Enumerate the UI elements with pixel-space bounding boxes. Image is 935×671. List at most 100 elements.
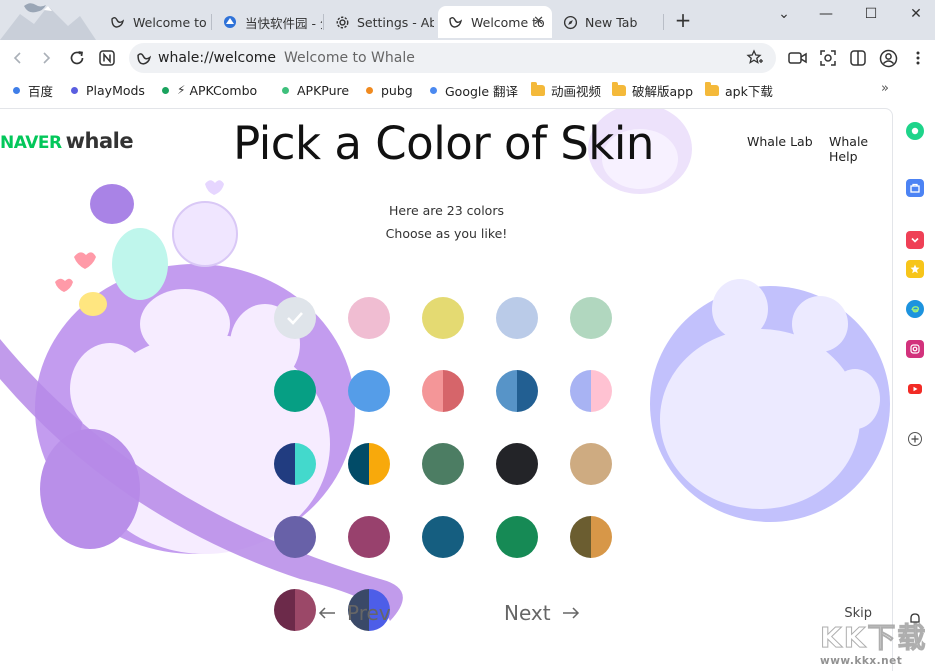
add-favorite-button[interactable] bbox=[746, 49, 764, 71]
bookmark-label: 动画视频 bbox=[551, 83, 602, 99]
minimize-button[interactable]: — bbox=[810, 4, 842, 24]
skin-swatch[interactable] bbox=[274, 370, 316, 412]
dangkuai-icon bbox=[222, 14, 238, 30]
skin-swatch[interactable] bbox=[570, 516, 612, 558]
tab-settings[interactable]: Settings - About bbox=[324, 6, 434, 38]
skin-swatch[interactable] bbox=[348, 516, 390, 558]
bookmark-pubg[interactable]: pubg bbox=[366, 82, 413, 98]
video-button[interactable] bbox=[786, 46, 810, 70]
swatch-right-half bbox=[295, 370, 316, 412]
bookmark-folder-anime[interactable]: 动画视频 bbox=[531, 81, 602, 99]
favorites-icon[interactable] bbox=[906, 260, 924, 278]
back-button[interactable] bbox=[6, 46, 30, 70]
skin-swatch[interactable] bbox=[422, 443, 464, 485]
tab-title: Settings - About bbox=[357, 14, 434, 30]
avatar-icon bbox=[879, 49, 897, 67]
skin-swatch[interactable] bbox=[422, 297, 464, 339]
skin-swatch[interactable] bbox=[570, 370, 612, 412]
whale-space-icon[interactable] bbox=[906, 122, 924, 140]
next-button[interactable]: Next bbox=[504, 601, 581, 625]
sidebar-toggle-button[interactable] bbox=[846, 46, 870, 70]
bookmark-google-translate[interactable]: Google 翻译 bbox=[430, 82, 518, 99]
maximize-button[interactable]: ☐ bbox=[855, 4, 887, 24]
skin-swatch[interactable] bbox=[274, 443, 316, 485]
kkx-watermark: KK下载 www.kkx.net bbox=[818, 614, 935, 671]
whale-icon bbox=[110, 14, 126, 30]
skin-swatch[interactable] bbox=[348, 443, 390, 485]
tab-search-button[interactable]: ⌄ bbox=[768, 4, 800, 24]
compass-icon bbox=[562, 14, 578, 30]
swatch-left-half bbox=[422, 443, 443, 485]
skin-swatch[interactable] bbox=[348, 370, 390, 412]
skin-swatch[interactable] bbox=[496, 370, 538, 412]
bookmark-apkpure[interactable]: APKPure bbox=[282, 82, 349, 98]
tab-title: Welcome to Whale bbox=[133, 14, 210, 30]
tab-close-button[interactable]: ✕ bbox=[533, 14, 544, 29]
bookmarks-overflow-button[interactable]: » bbox=[881, 81, 889, 96]
bookmark-apkcombo[interactable]: ⚡ APKCombo bbox=[162, 82, 257, 98]
add-icon[interactable] bbox=[908, 432, 922, 446]
arrow-left-icon bbox=[318, 607, 335, 619]
video-camera-icon bbox=[788, 52, 807, 64]
swatch-left-half bbox=[496, 443, 517, 485]
naver-n-icon bbox=[99, 50, 115, 66]
watermark-text: KK下载 bbox=[819, 621, 928, 655]
swatch-right-half bbox=[517, 516, 538, 558]
naver-home-button[interactable] bbox=[95, 46, 119, 70]
swatch-left-half bbox=[422, 516, 443, 558]
skin-swatch[interactable] bbox=[422, 516, 464, 558]
skin-swatch[interactable] bbox=[274, 589, 316, 631]
forward-button[interactable] bbox=[34, 46, 58, 70]
skin-swatch[interactable] bbox=[570, 297, 612, 339]
tab-welcome-active[interactable]: Welcome to ✕ bbox=[438, 6, 552, 38]
split-view-icon bbox=[850, 50, 866, 66]
skin-swatch[interactable] bbox=[496, 443, 538, 485]
toolbar: whale://welcome Welcome to Whale bbox=[0, 40, 935, 76]
bookmark-folder-cracked[interactable]: 破解版app bbox=[612, 81, 693, 99]
next-label: Next bbox=[504, 601, 551, 625]
skin-swatch[interactable] bbox=[422, 370, 464, 412]
tab-welcome-1[interactable]: Welcome to Whale bbox=[100, 6, 210, 38]
bookmark-folder-apk[interactable]: apk下载 bbox=[705, 81, 773, 99]
tab-new-tab[interactable]: New Tab bbox=[552, 6, 662, 38]
swatch-left-half bbox=[496, 370, 517, 412]
edge-icon[interactable] bbox=[906, 300, 924, 318]
swatch-right-half bbox=[591, 370, 612, 412]
youtube-icon[interactable] bbox=[906, 380, 924, 398]
skin-swatch[interactable] bbox=[274, 516, 316, 558]
close-window-button[interactable]: ✕ bbox=[900, 4, 932, 24]
bookmark-baidu[interactable]: 百度 bbox=[13, 82, 54, 99]
capture-button[interactable] bbox=[816, 46, 840, 70]
new-tab-button[interactable]: + bbox=[672, 9, 694, 31]
swatch-right-half bbox=[443, 443, 464, 485]
url-text[interactable]: whale://welcome bbox=[158, 50, 276, 66]
instagram-icon[interactable] bbox=[906, 340, 924, 358]
swatch-right-half bbox=[591, 516, 612, 558]
store-icon[interactable] bbox=[906, 179, 924, 197]
skin-swatch[interactable] bbox=[496, 516, 538, 558]
menu-button[interactable] bbox=[906, 46, 930, 70]
swatch-right-half bbox=[517, 297, 538, 339]
swatch-right-half bbox=[295, 443, 316, 485]
swatch-left-half bbox=[570, 443, 591, 485]
tab-dangkuai[interactable]: 当快软件园 - 分享 bbox=[212, 6, 322, 38]
address-bar[interactable]: whale://welcome Welcome to Whale bbox=[129, 43, 776, 73]
reload-button[interactable] bbox=[65, 46, 89, 70]
swatch-left-half bbox=[348, 443, 369, 485]
prev-button[interactable]: Prev bbox=[317, 601, 391, 625]
skin-swatch[interactable] bbox=[570, 443, 612, 485]
skin-swatch[interactable] bbox=[496, 297, 538, 339]
pocket-icon[interactable] bbox=[906, 231, 924, 249]
skin-swatch-selected[interactable] bbox=[274, 297, 316, 339]
swatch-right-half bbox=[443, 297, 464, 339]
bookmarks-bar: 百度 PlayMods ⚡ APKCombo APKPure pubg Googl… bbox=[0, 76, 935, 104]
swatch-left-half bbox=[422, 297, 443, 339]
bookmark-playmods[interactable]: PlayMods bbox=[71, 82, 145, 98]
tab-title: New Tab bbox=[585, 14, 638, 30]
skin-swatch[interactable] bbox=[348, 297, 390, 339]
profile-button[interactable] bbox=[876, 46, 900, 70]
folder-icon bbox=[531, 81, 545, 96]
bookmark-favicon bbox=[71, 86, 78, 94]
swatch-left-half bbox=[274, 516, 295, 558]
bookmark-label: 百度 bbox=[28, 83, 54, 99]
